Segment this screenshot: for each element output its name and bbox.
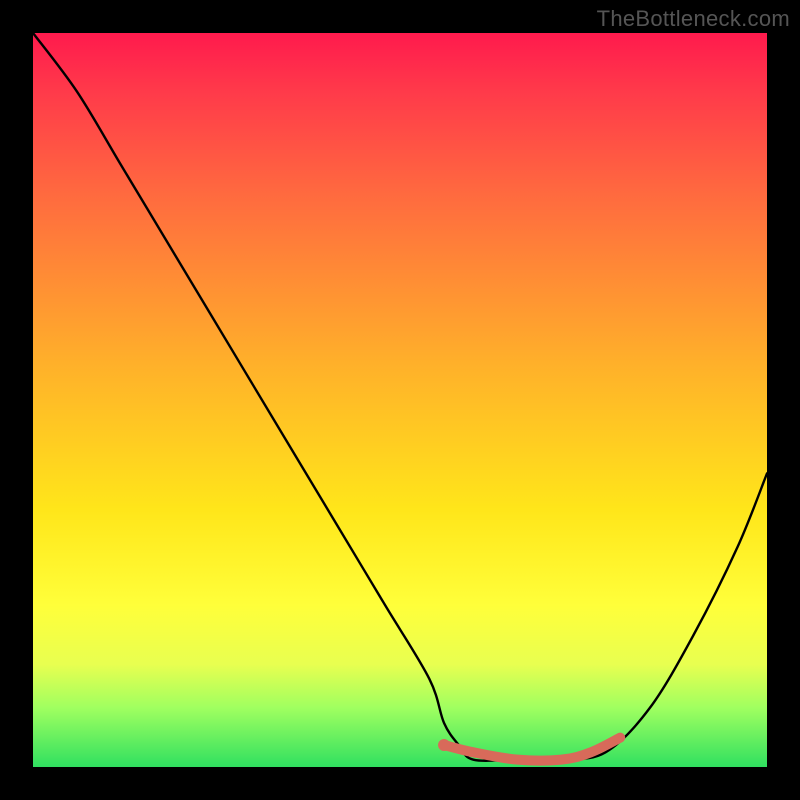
plot-area [33, 33, 767, 767]
chart-frame: TheBottleneck.com [0, 0, 800, 800]
bottleneck-curve [33, 33, 767, 761]
watermark-text: TheBottleneck.com [597, 6, 790, 32]
marker-dot [438, 739, 450, 751]
curve-svg [33, 33, 767, 767]
